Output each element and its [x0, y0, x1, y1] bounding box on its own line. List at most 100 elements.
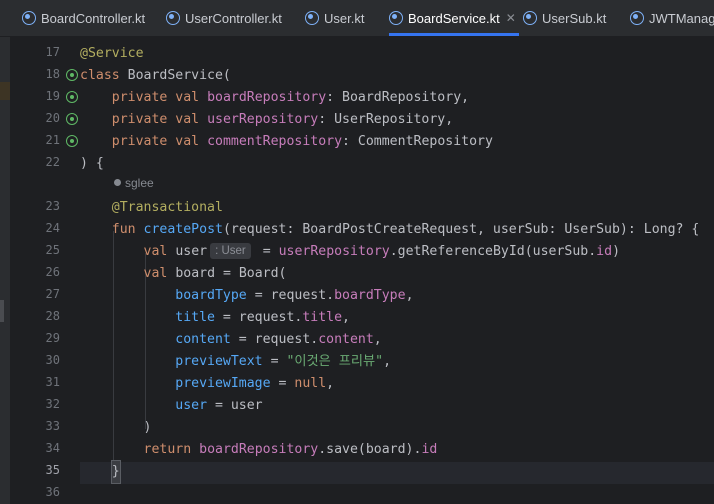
code-line-28: title = request.title,: [80, 307, 350, 329]
code-text: board = Board(: [175, 266, 287, 281]
tab-label: UserController.kt: [185, 10, 282, 26]
code-line-25: val user: User = userRepository.getRefer…: [80, 241, 620, 263]
code-text: = request.: [214, 310, 303, 325]
left-tool-strip: [0, 37, 10, 504]
navigate-to-bean-gutter-icon[interactable]: [66, 113, 78, 125]
field: boardRepository: [207, 90, 327, 105]
keyword: private val: [111, 134, 200, 149]
code-text: .getReferenceById(userSub.: [389, 244, 597, 259]
tab-boardservice[interactable]: BoardService.kt ✕: [389, 0, 519, 36]
code-text: : CommentRepository: [342, 134, 493, 149]
line-number: 32: [45, 397, 60, 411]
field: userRepository: [278, 244, 390, 259]
class-name: BoardService(: [127, 68, 231, 83]
line-number: 22: [45, 155, 60, 169]
kotlin-file-icon: [166, 11, 180, 25]
tab-jwtmanager[interactable]: JWTManag: [630, 0, 714, 36]
line-number: 33: [45, 419, 60, 433]
tab-label: BoardService.kt: [408, 10, 500, 26]
named-argument: previewText: [175, 354, 263, 369]
code-text: ,: [405, 288, 414, 303]
code-line-23: @Transactional: [80, 197, 223, 219]
code-text: ,: [326, 376, 335, 391]
code-line-20: private val userRepository: UserReposito…: [80, 109, 453, 131]
property: id: [421, 442, 438, 457]
tool-strip-highlight: [0, 82, 10, 100]
code-text: (request: BoardPostCreateRequest, userSu…: [222, 222, 700, 237]
named-argument: user: [175, 398, 208, 413]
kotlin-file-icon: [389, 11, 403, 25]
property: content: [318, 332, 374, 347]
code-text: = user: [207, 398, 263, 413]
code-line-29: content = request.content,: [80, 329, 381, 351]
code-text: = request.: [246, 288, 335, 303]
code-line-27: boardType = request.boardType,: [80, 285, 414, 307]
editor-tab-bar: BoardController.kt UserController.kt Use…: [0, 0, 714, 37]
code-line-35: }: [80, 460, 121, 484]
tab-label: BoardController.kt: [41, 10, 146, 26]
variable: user: [175, 244, 208, 259]
tool-strip-scroll-marker: [0, 300, 4, 322]
kotlin-file-icon: [523, 11, 537, 25]
navigate-to-bean-gutter-icon[interactable]: [66, 135, 78, 147]
tab-label: User.kt: [324, 10, 365, 26]
matched-brace: }: [110, 460, 121, 484]
code-line-24: fun createPost(request: BoardPostCreateR…: [80, 219, 700, 241]
line-number-current: 35: [45, 463, 60, 477]
keyword: fun: [111, 222, 136, 237]
tab-boardcontroller[interactable]: BoardController.kt: [22, 0, 145, 36]
line-number: 31: [45, 375, 60, 389]
code-text: : UserRepository,: [318, 112, 454, 127]
keyword: return: [143, 442, 192, 457]
kotlin-file-icon: [22, 11, 36, 25]
function-name: createPost: [143, 222, 223, 237]
keyword: val: [143, 266, 168, 281]
field: commentRepository: [207, 134, 343, 149]
code-editor[interactable]: @Service class BoardService( private val…: [80, 37, 714, 504]
line-number: 29: [45, 331, 60, 345]
code-text: ): [612, 244, 621, 259]
code-author-hint[interactable]: sglee: [114, 176, 154, 190]
string-literal: "이것은 프리뷰": [286, 354, 384, 369]
tab-usersub[interactable]: UserSub.kt: [523, 0, 606, 36]
line-number: 34: [45, 441, 60, 455]
line-number: 25: [45, 243, 60, 257]
named-argument: boardType: [175, 288, 247, 303]
code-text: .save(board).: [318, 442, 422, 457]
line-number: 24: [45, 221, 60, 235]
code-line-18: class BoardService(: [80, 65, 231, 87]
tab-user[interactable]: User.kt: [305, 0, 364, 36]
code-line-33: ): [80, 417, 152, 439]
line-number: 27: [45, 287, 60, 301]
keyword: null: [294, 376, 327, 391]
code-line-22: ) {: [80, 153, 104, 175]
editor-gutter: 17 18 19 20 21 22 23 24 25 26 27 28 29 3…: [14, 37, 78, 504]
line-number: 20: [45, 111, 60, 125]
code-text: ): [143, 420, 152, 435]
code-line-32: user = user: [80, 395, 263, 417]
property: id: [596, 244, 613, 259]
field: boardRepository: [199, 442, 319, 457]
spring-bean-gutter-icon[interactable]: [66, 69, 78, 81]
tab-label: JWTManag: [649, 10, 714, 26]
line-number: 26: [45, 265, 60, 279]
code-text: = request.: [230, 332, 319, 347]
code-line-34: return boardRepository.save(board).id: [80, 439, 438, 461]
close-tab-icon[interactable]: ✕: [506, 11, 516, 25]
code-text: ,: [342, 310, 350, 325]
line-number: 19: [45, 89, 60, 103]
line-number: 28: [45, 309, 60, 323]
named-argument: previewImage: [175, 376, 271, 391]
code-line-30: previewText = "이것은 프리뷰",: [80, 351, 391, 373]
named-argument: title: [175, 310, 215, 325]
navigate-to-bean-gutter-icon[interactable]: [66, 91, 78, 103]
property: title: [302, 310, 343, 325]
property: boardType: [334, 288, 406, 303]
line-number: 23: [45, 199, 60, 213]
type-inlay-hint: : User: [210, 243, 251, 259]
person-icon: [114, 179, 121, 186]
author-name: sglee: [125, 176, 154, 190]
tab-usercontroller[interactable]: UserController.kt: [166, 0, 282, 36]
kotlin-file-icon: [305, 11, 319, 25]
annotation: @Service: [80, 46, 144, 61]
